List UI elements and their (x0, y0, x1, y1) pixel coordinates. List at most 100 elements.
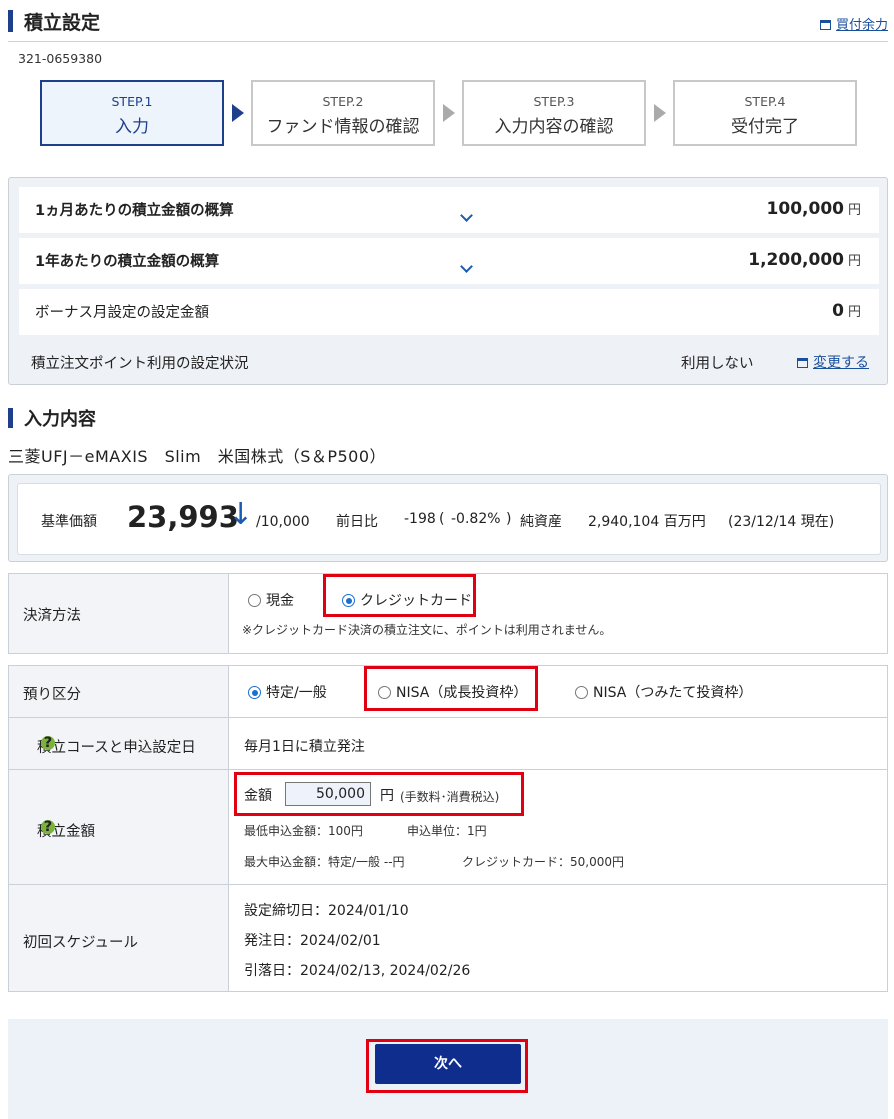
nisa-tsumitate-label: NISA（つみたて投資枠） (593, 685, 753, 701)
paren-close: ) (506, 511, 512, 527)
nav-unit: /10,000 (256, 514, 310, 530)
net-assets-value: 2,940,104 百万円 (588, 514, 706, 530)
payment-cash-option[interactable]: 現金 (248, 590, 294, 610)
yearly-value-number: 1,200,000 (748, 250, 844, 270)
summary-panel: 1ヵ月あたりの積立金額の概算 100,000 円 1年あたりの積立金額の概算 1,… (8, 177, 888, 385)
step-1-name: 入力 (115, 117, 149, 137)
page-title: 積立設定 (24, 12, 101, 34)
chevron-down-icon[interactable] (460, 260, 473, 273)
help-icon[interactable]: ? (41, 736, 55, 750)
bonus-value-number: 0 (832, 301, 844, 321)
order-form-table: 預り区分 特定/一般 NISA（成長投資枠） NISA（つみたて投資枠） 積立コ… (8, 665, 888, 992)
step-indicator: STEP.1 入力 STEP.2 ファンド情報の確認 STEP.3 入力内容の確… (40, 80, 860, 146)
step-4: STEP.4 受付完了 (673, 80, 857, 146)
point-usage-status: 利用しない (681, 356, 754, 372)
net-assets-label: 純資産 (520, 514, 562, 530)
yen-unit: 円 (847, 203, 861, 218)
credit-max-amount: クレジットカード：50,000円 (462, 855, 624, 869)
as-of-date: (23/12/14 現在) (728, 514, 835, 530)
buying-power-link[interactable]: 買付余力 (819, 14, 888, 33)
radio-selected-icon[interactable] (248, 686, 261, 699)
prev-day-change: -198 (404, 511, 436, 527)
point-usage-row: 積立注文ポイント利用の設定状況 利用しない 変更する (19, 340, 879, 380)
highlight-amount (234, 772, 524, 816)
step-3-name: 入力内容の確認 (494, 117, 614, 137)
account-number: 321-0659380 (18, 51, 103, 66)
change-link-label: 変更する (813, 355, 869, 371)
point-usage-label: 積立注文ポイント利用の設定状況 (31, 356, 249, 372)
section-accent-bar (8, 408, 13, 428)
step-2-number: STEP.2 (322, 94, 364, 109)
payment-label: 決済方法 (23, 608, 81, 624)
custody-specific-option[interactable]: 特定/一般 (248, 682, 327, 702)
schedule-value-cell: 設定締切日：2024/01/10 発注日：2024/02/01 引落日：2024… (230, 885, 887, 991)
down-arrow-icon: ↓ (228, 497, 254, 532)
bonus-amount-value: 0円 (832, 301, 861, 321)
payment-label-cell: 決済方法 (9, 574, 229, 653)
schedule-label-cell: 初回スケジュール (9, 885, 229, 991)
prev-day-label: 前日比 (336, 514, 378, 530)
cash-label: 現金 (266, 593, 294, 609)
new-window-icon (819, 20, 831, 30)
buying-power-label: 買付余力 (835, 18, 888, 33)
bonus-amount-row: ボーナス月設定の設定金額 0円 (19, 289, 879, 335)
course-label: 積立コースと申込設定日 (37, 740, 196, 756)
course-value-cell: 毎月1日に積立発注 (230, 718, 887, 769)
step-2-name: ファンド情報の確認 (266, 117, 420, 137)
min-amount: 最低申込金額：100円 (244, 824, 363, 838)
paren-open: ( (439, 511, 445, 527)
step-arrow-icon (654, 104, 666, 122)
help-icon[interactable]: ? (41, 820, 55, 834)
custody-label-cell: 預り区分 (9, 666, 229, 717)
highlight-credit-card (323, 574, 476, 617)
highlight-nisa-growth (364, 666, 538, 711)
highlight-next-button (366, 1039, 528, 1093)
new-window-icon (797, 358, 808, 368)
yearly-estimate-row[interactable]: 1年あたりの積立金額の概算 1,200,000 円 (19, 238, 879, 284)
yearly-estimate-label: 1年あたりの積立金額の概算 (35, 254, 220, 270)
bonus-amount-label: ボーナス月設定の設定金額 (35, 305, 209, 321)
payment-note: ※クレジットカード決済の積立注文に、ポイントは利用されません。 (242, 623, 612, 637)
fund-name: 三菱UFJ－eMAXIS Slim 米国株式（S＆P500） (8, 447, 387, 466)
step-2: STEP.2 ファンド情報の確認 (251, 80, 435, 146)
monthly-estimate-label: 1ヵ月あたりの積立金額の概算 (35, 203, 234, 219)
amount-label-cell: 積立金額? (9, 770, 229, 884)
step-1: STEP.1 入力 (40, 80, 224, 146)
custody-options-cell: 特定/一般 NISA（成長投資枠） NISA（つみたて投資枠） (230, 666, 887, 717)
prev-day-change-pct: -0.82% (451, 511, 501, 527)
step-arrow-icon (443, 104, 455, 122)
order-unit: 申込単位：1円 (407, 824, 487, 838)
step-arrow-icon (232, 104, 244, 122)
schedule-debit-date: 引落日：2024/02/13, 2024/02/26 (244, 963, 471, 979)
change-point-link[interactable]: 変更する (797, 352, 869, 372)
step-3-number: STEP.3 (533, 94, 575, 109)
price-box: 基準価額 23,993 ↓ /10,000 前日比 -198 ( -0.82% … (17, 483, 881, 555)
step-4-name: 受付完了 (731, 117, 799, 137)
schedule-deadline: 設定締切日：2024/01/10 (244, 903, 409, 919)
course-row: 積立コースと申込設定日? 毎月1日に積立発注 (9, 717, 887, 769)
header-accent-bar (8, 10, 13, 32)
price-panel: 基準価額 23,993 ↓ /10,000 前日比 -198 ( -0.82% … (8, 474, 888, 562)
page-header: 積立設定 買付余力 (8, 6, 888, 42)
course-value: 毎月1日に積立発注 (244, 739, 365, 755)
yen-unit: 円 (847, 254, 861, 269)
yen-unit: 円 (847, 305, 861, 320)
schedule-label: 初回スケジュール (23, 935, 138, 951)
step-4-number: STEP.4 (744, 94, 786, 109)
step-3: STEP.3 入力内容の確認 (462, 80, 646, 146)
section-title: 入力内容 (24, 409, 96, 430)
nav-label: 基準価額 (41, 514, 97, 530)
schedule-order-date: 発注日：2024/02/01 (244, 933, 381, 949)
specific-label: 特定/一般 (266, 685, 327, 701)
monthly-value-number: 100,000 (766, 199, 844, 219)
custody-nisa-tsumitate-option[interactable]: NISA（つみたて投資枠） (575, 682, 752, 702)
max-amount: 最大申込金額：特定/一般 --円 (244, 855, 405, 869)
schedule-row: 初回スケジュール 設定締切日：2024/01/10 発注日：2024/02/01… (9, 884, 887, 991)
radio-icon[interactable] (248, 594, 261, 607)
chevron-down-icon[interactable] (460, 209, 473, 222)
monthly-estimate-value: 100,000 円 (767, 199, 861, 219)
step-1-number: STEP.1 (111, 94, 153, 109)
monthly-estimate-row[interactable]: 1ヵ月あたりの積立金額の概算 100,000 円 (19, 187, 879, 233)
radio-icon[interactable] (575, 686, 588, 699)
yearly-estimate-value: 1,200,000 円 (748, 250, 861, 270)
